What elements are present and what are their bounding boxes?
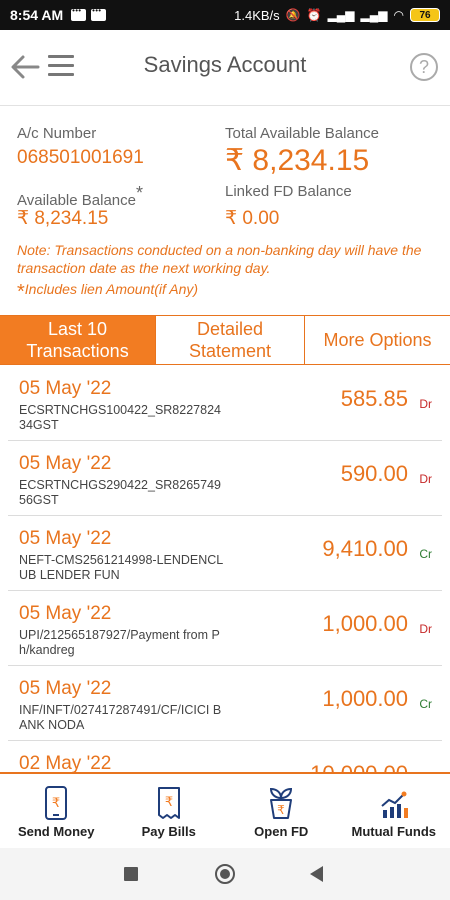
transaction-tabs: Last 10 Transactions Detailed Statement … — [0, 315, 450, 365]
total-balance-value: ₹ 8,234.15 — [225, 144, 370, 177]
nav-label: Open FD — [254, 824, 309, 839]
transaction-type: Cr — [419, 547, 432, 561]
message-icon — [71, 6, 87, 21]
account-summary: A/c Number 068501001691 Total Available … — [0, 107, 450, 315]
transaction-amount: 9,410.00 — [322, 536, 408, 561]
transaction-row[interactable]: 05 May '22 ECSRTNCHGS290422_SR826574956G… — [8, 441, 442, 516]
tab-last-10-transactions[interactable]: Last 10 Transactions — [0, 316, 156, 364]
transaction-description: INF/INFT/027417287491/CF/ICICI BANK NODA — [19, 703, 222, 732]
system-navigation-bar — [0, 848, 450, 900]
transaction-date: 05 May '22 — [19, 603, 112, 624]
transaction-row[interactable]: 05 May '22 UPI/212565187927/Payment from… — [8, 591, 442, 666]
transaction-amount: 585.85 — [340, 386, 408, 411]
transaction-date: 05 May '22 — [19, 378, 112, 399]
nav-open-fd[interactable]: ₹ Open FD — [225, 774, 338, 848]
plant-rupee-icon: ₹ — [270, 787, 293, 819]
signal-icon: ▂▄▆ — [327, 8, 355, 22]
svg-text:₹: ₹ — [165, 795, 173, 810]
available-balance-label: Available Balance* — [17, 183, 143, 209]
linked-fd-value: ₹ 0.00 — [225, 208, 280, 229]
network-speed: 1.4KB/s — [234, 7, 280, 23]
transaction-date: 02 May '22 — [19, 753, 112, 774]
svg-text:₹: ₹ — [52, 796, 60, 811]
transaction-description: ECSRTNCHGS290422_SR826574956GST — [19, 478, 221, 507]
signal-icon: ▂▄▆ — [360, 8, 388, 22]
wifi-icon: ◠ — [393, 8, 404, 22]
note-text: Note: Transactions conducted on a non-ba… — [17, 242, 422, 276]
alarm-icon: ⏰ — [306, 8, 322, 22]
transaction-amount: 1,000.00 — [322, 686, 408, 711]
transaction-row[interactable]: 05 May '22 NEFT-CMS2561214998-LENDENCLUB… — [8, 516, 442, 591]
lien-note: *Includes lien Amount(if Any) — [17, 281, 199, 303]
svg-text:₹: ₹ — [277, 803, 285, 817]
account-number-label: A/c Number — [17, 125, 97, 142]
nav-send-money[interactable]: ₹ Send Money — [0, 774, 113, 848]
transaction-row[interactable]: 02 May '22 10,000.00 — [8, 741, 442, 774]
help-icon[interactable]: ? — [410, 53, 438, 81]
page-title: Savings Account — [143, 52, 307, 77]
bill-rupee-icon: ₹ — [157, 787, 180, 819]
nav-mutual-funds[interactable]: Mutual Funds — [338, 774, 450, 848]
transaction-description: UPI/212565187927/Payment from Ph/kandreg — [19, 628, 220, 657]
tab-more-options[interactable]: More Options — [305, 316, 450, 364]
system-back-icon[interactable] — [310, 866, 323, 882]
phone-rupee-icon: ₹ — [45, 786, 68, 820]
nav-label: Mutual Funds — [351, 824, 437, 839]
bottom-navigation: ₹ Send Money ₹ Pay Bills ₹ Open FD Mutua… — [0, 774, 450, 848]
status-bar: 8:54 AM 1.4KB/s 🔕 ⏰ ▂▄▆ ▂▄▆ ◠ 76 — [0, 0, 450, 30]
transaction-type: Dr — [419, 397, 432, 411]
nav-pay-bills[interactable]: ₹ Pay Bills — [113, 774, 226, 848]
nav-label: Pay Bills — [141, 824, 196, 839]
linked-fd-label: Linked FD Balance — [225, 183, 352, 200]
app-header: Savings Account ? — [0, 30, 450, 106]
transaction-date: 05 May '22 — [19, 453, 112, 474]
transaction-type: Cr — [419, 697, 432, 711]
status-time: 8:54 AM — [10, 7, 64, 23]
transaction-list[interactable]: 05 May '22 ECSRTNCHGS100422_SR822782434G… — [0, 366, 450, 774]
transaction-amount: 1,000.00 — [322, 611, 408, 636]
transaction-type: Dr — [419, 622, 432, 636]
transaction-date: 05 May '22 — [19, 678, 112, 699]
available-balance-value: ₹ 8,234.15 — [17, 208, 109, 229]
home-icon[interactable] — [215, 864, 235, 884]
transaction-description: NEFT-CMS2561214998-LENDENCLUB LENDER FUN — [19, 553, 224, 582]
nav-label: Send Money — [17, 824, 95, 839]
transaction-description: ECSRTNCHGS100422_SR822782434GST — [19, 403, 221, 432]
chart-coins-icon — [381, 791, 408, 818]
total-balance-label: Total Available Balance — [225, 125, 379, 142]
recents-icon[interactable] — [124, 867, 138, 881]
transaction-row[interactable]: 05 May '22 ECSRTNCHGS100422_SR822782434G… — [8, 366, 442, 441]
transaction-type: Dr — [419, 472, 432, 486]
tab-detailed-statement[interactable]: Detailed Statement — [156, 316, 305, 364]
transaction-date: 05 May '22 — [19, 528, 112, 549]
mute-icon: 🔕 — [285, 8, 301, 22]
transaction-amount: 590.00 — [340, 461, 408, 486]
account-number: 068501001691 — [17, 147, 144, 168]
message-icon — [91, 6, 107, 21]
battery-icon: 76 — [410, 8, 440, 22]
transaction-row[interactable]: 05 May '22 INF/INFT/027417287491/CF/ICIC… — [8, 666, 442, 741]
